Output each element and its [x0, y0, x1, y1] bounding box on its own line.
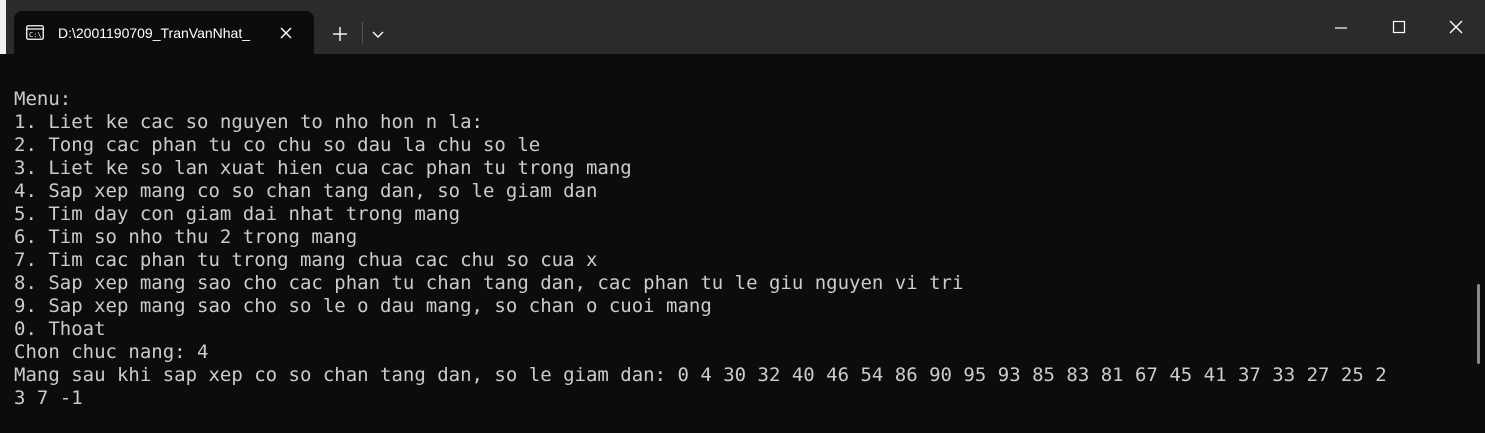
close-window-button[interactable] — [1427, 0, 1485, 54]
background-window-edge — [0, 0, 6, 54]
console-line: 7. Tim cac phan tu trong mang chua cac c… — [14, 249, 598, 271]
scrollbar-thumb[interactable] — [1477, 284, 1480, 364]
console-line: 2. Tong cac phan tu co chu so dau la chu… — [14, 134, 541, 156]
tab-separator — [362, 22, 363, 44]
console-line: Mang sau khi sap xep co so chan tang dan… — [14, 364, 1387, 386]
minimize-icon — [1335, 27, 1347, 29]
console-line: Menu: — [14, 88, 72, 110]
console-line: Chon chuc nang: 4 — [14, 341, 209, 363]
minimize-button[interactable] — [1312, 0, 1370, 54]
console-line: 3. Liet ke so lan xuat hien cua cac phan… — [14, 157, 632, 179]
console-line: 5. Tim day con giam dai nhat trong mang — [14, 203, 461, 225]
console-line: 8. Sap xep mang sao cho cac phan tu chan… — [14, 272, 964, 294]
console-line: 1. Liet ke cac so nguyen to nho hon n la… — [14, 111, 483, 133]
maximize-icon — [1392, 20, 1406, 34]
plus-icon[interactable] — [326, 20, 354, 48]
terminal-window: C:\ D:\2001190709_TranVanNhat_ Menu: 1. … — [0, 0, 1485, 433]
console-line: 9. Sap xep mang sao cho so le o dau mang… — [14, 295, 712, 317]
terminal-icon: C:\ — [26, 25, 44, 40]
close-tab-icon[interactable] — [276, 23, 296, 43]
close-icon — [1449, 20, 1463, 34]
svg-text:C:\: C:\ — [29, 31, 42, 39]
console-lines: Menu: 1. Liet ke cac so nguyen to nho ho… — [14, 88, 1464, 410]
tab-console[interactable]: C:\ D:\2001190709_TranVanNhat_ — [14, 11, 314, 54]
vertical-scrollbar[interactable] — [1475, 54, 1485, 433]
console-line: 3 7 -1 — [14, 387, 83, 409]
chevron-down-icon[interactable] — [366, 20, 390, 48]
console-line: 4. Sap xep mang co so chan tang dan, so … — [14, 180, 598, 202]
maximize-button[interactable] — [1370, 0, 1428, 54]
title-bar[interactable]: C:\ D:\2001190709_TranVanNhat_ — [0, 0, 1485, 54]
console-line: 6. Tim so nho thu 2 trong mang — [14, 226, 358, 248]
console-output[interactable]: Menu: 1. Liet ke cac so nguyen to nho ho… — [0, 54, 1475, 433]
console-line: 0. Thoat — [14, 318, 106, 340]
tab-title: D:\2001190709_TranVanNhat_ — [58, 25, 250, 41]
